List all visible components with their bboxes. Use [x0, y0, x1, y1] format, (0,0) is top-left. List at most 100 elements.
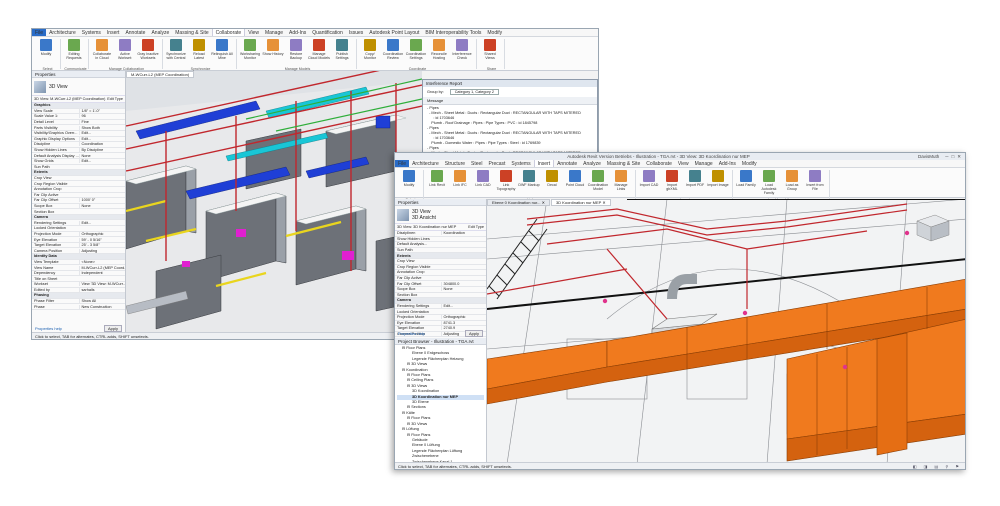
- property-value[interactable]: Coordination: [78, 142, 126, 147]
- close-icon[interactable]: ✕: [957, 154, 961, 160]
- coordination-review-button[interactable]: Coordination Review: [382, 39, 404, 69]
- relinquish-all-mine-button[interactable]: Relinquish All Mine: [211, 39, 233, 69]
- property-value[interactable]: 1/8" = 1'-0": [78, 108, 126, 113]
- apply-button[interactable]: Apply: [464, 330, 483, 337]
- property-value[interactable]: By Discipline: [78, 148, 126, 153]
- menu-tab-architecture[interactable]: Architecture: [46, 29, 79, 36]
- property-value[interactable]: 96: [78, 114, 126, 119]
- coordination-settings-button[interactable]: Coordination Settings: [405, 39, 427, 69]
- interference-check-button[interactable]: Interference Check: [451, 39, 473, 69]
- property-value[interactable]: <None>: [78, 259, 126, 264]
- modify-button[interactable]: Modify: [35, 39, 57, 69]
- import-image-button[interactable]: Import Image: [707, 170, 729, 200]
- menu-tab-collaborate[interactable]: Collaborate: [643, 160, 675, 167]
- active-workset-button[interactable]: Active Workset:: [114, 39, 136, 69]
- property-value[interactable]: 304800.0: [440, 281, 487, 286]
- menu-tab-view[interactable]: View: [245, 29, 262, 36]
- menu-tab-add-ins[interactable]: Add-Ins: [716, 160, 739, 167]
- property-value[interactable]: Orthographic: [440, 315, 487, 320]
- load-autodesk-family-button[interactable]: Load Autodesk Family: [758, 170, 780, 200]
- interference-item[interactable]: - Mech - Sheet Metal : Ducts : Rectangul…: [423, 130, 597, 135]
- link-cad-button[interactable]: Link CAD: [472, 170, 494, 200]
- menu-tab-architecture[interactable]: Architecture: [409, 160, 442, 167]
- view-tab-a[interactable]: M-WCurr-L2 (MEP Coordination): [126, 71, 195, 78]
- view-tab[interactable]: Ebene 0 Koordination nur... ✕: [487, 199, 550, 206]
- collaborate-in-cloud-button[interactable]: Collaborate in Cloud: [91, 39, 113, 69]
- menu-tab-bim-interoperability-tools[interactable]: BIM Interoperability Tools: [422, 29, 484, 36]
- menu-tab-structure[interactable]: Structure: [442, 160, 468, 167]
- property-value[interactable]: Orthographic: [78, 231, 126, 236]
- property-value[interactable]: None: [440, 287, 487, 292]
- shared-views-button[interactable]: Shared Views: [479, 39, 501, 69]
- edit-type-button[interactable]: Edit Type: [107, 97, 123, 101]
- menu-tab-add-ins[interactable]: Add-Ins: [286, 29, 309, 36]
- view-tab[interactable]: 3D Koordination nur MEP ✕: [550, 199, 611, 206]
- gray-inactive-worksets-button[interactable]: Gray Inactive Worksets: [137, 39, 159, 69]
- menu-tab-autodesk-point-layout[interactable]: Autodesk Point Layout: [366, 29, 422, 36]
- reconcile-hosting-button[interactable]: Reconcile Hosting: [428, 39, 450, 69]
- property-value[interactable]: View '3D View: M-WCurr...: [78, 282, 125, 287]
- menu-tab-manage[interactable]: Manage: [262, 29, 286, 36]
- group-by-select[interactable]: Category 1, Category 2: [449, 89, 499, 95]
- link-revit-button[interactable]: Link Revit: [426, 170, 448, 200]
- 3d-viewport-b[interactable]: Ebene 0 Koordination nur... ✕ 3D Koordina…: [487, 199, 965, 464]
- property-value[interactable]: None: [78, 153, 126, 158]
- property-value[interactable]: Show Both: [78, 125, 126, 130]
- manage-links-button[interactable]: Manage Links: [610, 170, 632, 200]
- insert-from-file-button[interactable]: Insert from File: [804, 170, 826, 200]
- interference-item[interactable]: - Mech - Sheet Metal : Ducts : Rectangul…: [423, 110, 597, 115]
- menu-tab-precast[interactable]: Precast: [485, 160, 508, 167]
- property-value[interactable]: sarhalls: [78, 287, 126, 292]
- synchronize-with-central-button[interactable]: Synchronize with Central: [165, 39, 187, 69]
- property-value[interactable]: M-WCurr-L2 (MEP Coord...: [78, 265, 125, 270]
- reload-latest-button[interactable]: Reload Latest: [188, 39, 210, 69]
- property-value[interactable]: None: [78, 203, 126, 208]
- load-family-button[interactable]: Load Family: [735, 170, 757, 200]
- property-value[interactable]: Edit...: [78, 131, 126, 136]
- point-cloud-button[interactable]: Point Cloud: [564, 170, 586, 200]
- import-gbxml-button[interactable]: Import gbXML: [661, 170, 683, 200]
- view-cube[interactable]: [916, 214, 950, 242]
- user-name[interactable]: DavisMuth: [918, 154, 939, 159]
- modify-button[interactable]: Modify: [398, 170, 420, 200]
- type-selector[interactable]: 3D View 3D Ansicht: [395, 206, 486, 224]
- 3d-viewport-a[interactable]: M-WCurr-L2 (MEP Coordination): [126, 71, 422, 333]
- menu-tab-modify[interactable]: Modify: [739, 160, 760, 167]
- property-value[interactable]: Adjusting: [78, 248, 126, 253]
- menu-tab-annotate[interactable]: Annotate: [554, 160, 580, 167]
- menu-tab-systems[interactable]: Systems: [508, 160, 533, 167]
- import-cad-button[interactable]: Import CAD: [638, 170, 660, 200]
- browser-tree[interactable]: ⊟ Floor Plans Ebene 0 Erdgeschoss Legende …: [395, 345, 486, 464]
- property-value[interactable]: 1000' 0": [78, 198, 126, 203]
- instance-selector[interactable]: 3D View: M-WCurr-L2 (MEP Coordination): [34, 97, 105, 101]
- publish-settings-button[interactable]: Publish Settings: [331, 39, 353, 69]
- link-topography-button[interactable]: Link Topography: [495, 170, 517, 200]
- property-value[interactable]: Fine: [78, 120, 126, 125]
- menu-tab-massing-site[interactable]: Massing & Site: [604, 160, 643, 167]
- minimize-icon[interactable]: ─: [945, 154, 948, 159]
- menu-tab-view[interactable]: View: [675, 160, 692, 167]
- coordination-model-button[interactable]: Coordination Model: [587, 170, 609, 200]
- menu-tab-analyze[interactable]: Analyze: [580, 160, 604, 167]
- property-value[interactable]: 59' - 0 5/16": [78, 237, 126, 242]
- property-value[interactable]: Edit...: [440, 304, 487, 309]
- menu-tab-manage[interactable]: Manage: [692, 160, 716, 167]
- property-value[interactable]: Edit...: [78, 159, 126, 164]
- manage-cloud-models-button[interactable]: Manage Cloud Models: [308, 39, 330, 69]
- load-as-group-button[interactable]: Load as Group: [781, 170, 803, 200]
- menu-tab-insert[interactable]: Insert: [104, 29, 123, 36]
- menu-tab-collaborate[interactable]: Collaborate: [211, 29, 246, 36]
- menu-tab-quantification[interactable]: Quantification: [309, 29, 346, 36]
- show-history-button[interactable]: Show History: [262, 39, 284, 69]
- decal-button[interactable]: Decal: [541, 170, 563, 200]
- edit-type-button[interactable]: Edit Type: [468, 225, 484, 229]
- properties-help-link[interactable]: Properties help: [398, 331, 425, 336]
- menu-tab-file[interactable]: File: [395, 160, 410, 167]
- maximize-icon[interactable]: □: [952, 154, 955, 159]
- menu-tab-systems[interactable]: Systems: [79, 29, 104, 36]
- menu-tab-analyze[interactable]: Analyze: [148, 29, 172, 36]
- property-value[interactable]: Edit...: [78, 220, 126, 225]
- menu-tab-steel[interactable]: Steel: [468, 160, 485, 167]
- property-value[interactable]: 25' - 3 5/8": [78, 243, 126, 248]
- property-value[interactable]: Independent: [78, 271, 126, 276]
